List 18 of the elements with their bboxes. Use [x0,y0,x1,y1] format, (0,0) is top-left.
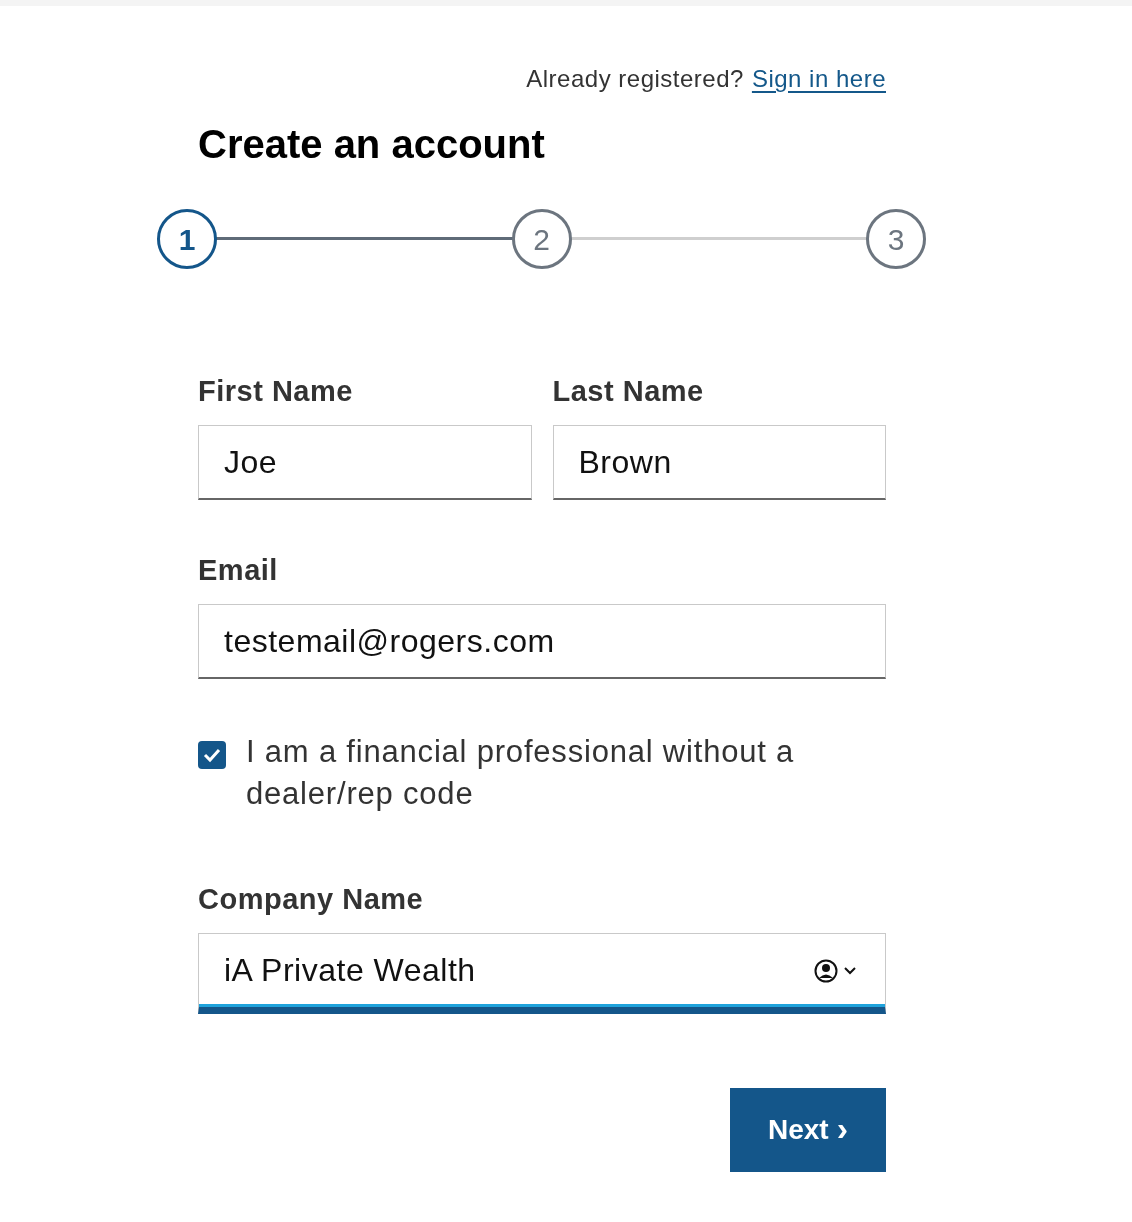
field-label: Last Name [552,374,705,409]
input-field[interactable]: Joe [198,425,532,500]
step-indicator: 2 [511,209,572,269]
field-label: Company Name [198,882,425,917]
step-indicator: 3 [866,209,926,269]
checkbox-label: I am a financial professional without a dealer/rep code [246,733,796,813]
field-label: First Name [198,374,354,409]
input-field[interactable]: iA Private Wealth [198,933,886,1014]
next-button[interactable]: Next › [730,1088,886,1172]
chevron-icon: › [836,1114,848,1146]
field-label: Email [198,553,279,588]
checkbox[interactable] [198,741,226,769]
page-title: Create an account [198,121,546,168]
sign-in-prompt: Already registered? [526,64,744,94]
input-field[interactable]: testemail@rogers.com [198,604,886,679]
input-field[interactable]: Brown [552,425,886,500]
sign-in-link[interactable]: Sign in here [751,61,886,97]
step-indicator: 1 [157,209,217,269]
